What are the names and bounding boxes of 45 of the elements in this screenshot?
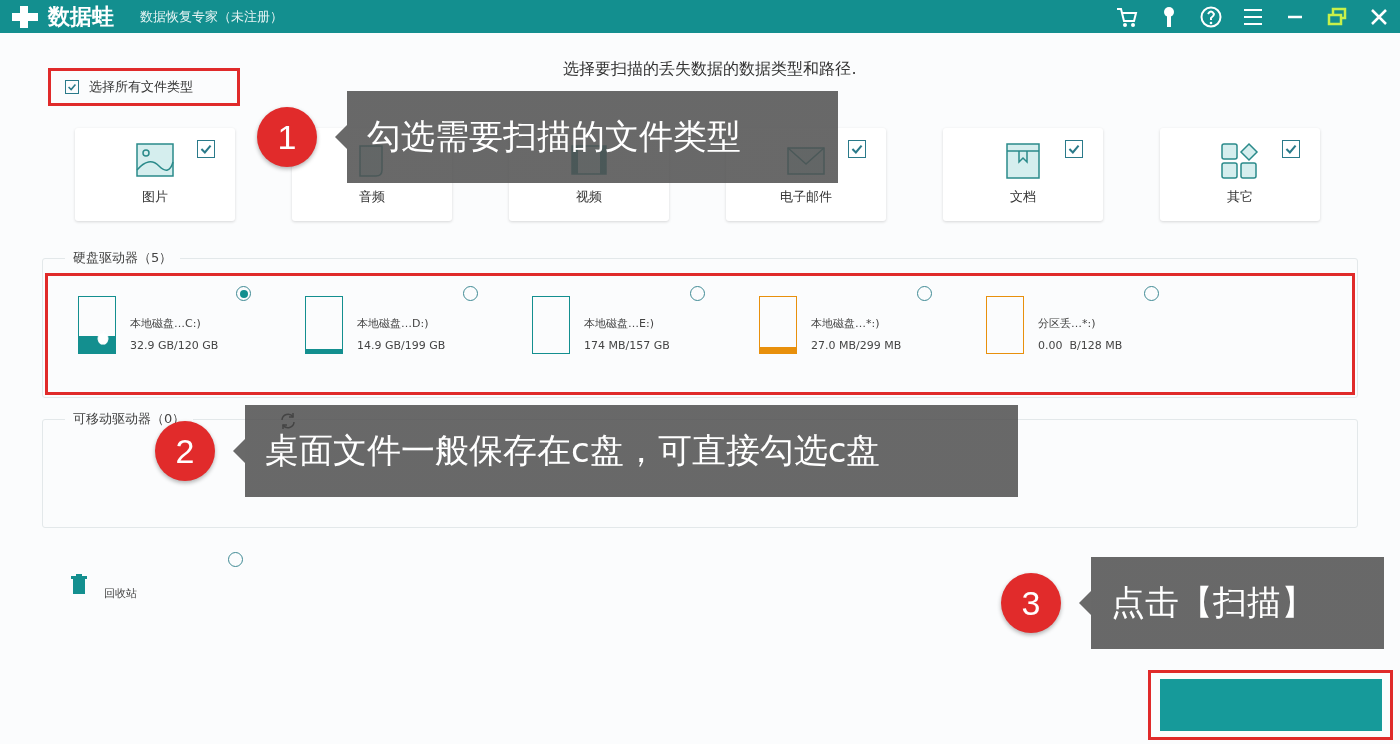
file-type-label: 视频 [576, 188, 602, 206]
step-badge: 3 [1001, 573, 1061, 633]
recycle-bin-label: 回收站 [104, 586, 137, 601]
help-icon[interactable] [1200, 5, 1222, 28]
shapes-icon [1220, 142, 1260, 180]
drive-icon[interactable] [759, 296, 797, 354]
checkbox[interactable] [1282, 140, 1300, 158]
drive-name: 本地磁盘…E:) [584, 316, 655, 331]
callout-tooltip: 点击【扫描】 [1079, 557, 1384, 649]
select-all-checkbox[interactable]: 选择所有文件类型 [48, 68, 240, 106]
instruction-text: 选择要扫描的丢失数据的数据类型和路径. [562, 59, 858, 80]
window-title: 数据恢复专家（未注册） [140, 7, 283, 26]
file-type-label: 其它 [1227, 188, 1253, 206]
file-type-label: 音频 [359, 188, 385, 206]
callout-tooltip: 勾选需要扫描的文件类型 [335, 91, 838, 183]
drive-icon[interactable] [532, 296, 570, 354]
trash-icon [70, 574, 88, 594]
restore-icon[interactable] [1326, 5, 1348, 28]
checkbox[interactable] [197, 140, 215, 158]
drive-icon[interactable] [78, 296, 116, 354]
callout-tooltip: 桌面文件一般保存在c盘，可直接勾选c盘 [233, 405, 1018, 497]
image-icon [135, 142, 175, 180]
section-title: 硬盘驱动器（5） [72, 249, 174, 267]
file-type-label: 图片 [142, 188, 168, 206]
checkmark-icon [66, 81, 78, 93]
cart-icon[interactable] [1116, 5, 1138, 28]
drive-icon[interactable] [305, 296, 343, 354]
app-name: 数据蛙 [48, 2, 114, 31]
drive-name: 本地磁盘…*:) [811, 316, 881, 331]
checkbox[interactable] [1065, 140, 1083, 158]
drive-name: 本地磁盘…D:) [357, 316, 430, 331]
drive-size: 0.00 B/128 MB [1038, 339, 1123, 352]
drive-icon[interactable] [986, 296, 1024, 354]
drive-size: 32.9 GB/120 GB [130, 339, 219, 352]
file-type-label: 文档 [1010, 188, 1036, 206]
cross-logo-icon [10, 3, 40, 30]
file-type-label: 电子邮件 [780, 188, 832, 206]
bookmark-document-icon [1003, 142, 1043, 180]
drive-size: 174 MB/157 GB [584, 339, 670, 352]
drive-name: 本地磁盘…C:) [130, 316, 202, 331]
drive-size: 14.9 GB/199 GB [357, 339, 446, 352]
step-badge: 1 [257, 107, 317, 167]
checkbox[interactable] [848, 140, 866, 158]
drive-name: 分区丢…*:) [1038, 316, 1097, 331]
drive-size: 27.0 MB/299 MB [811, 339, 902, 352]
